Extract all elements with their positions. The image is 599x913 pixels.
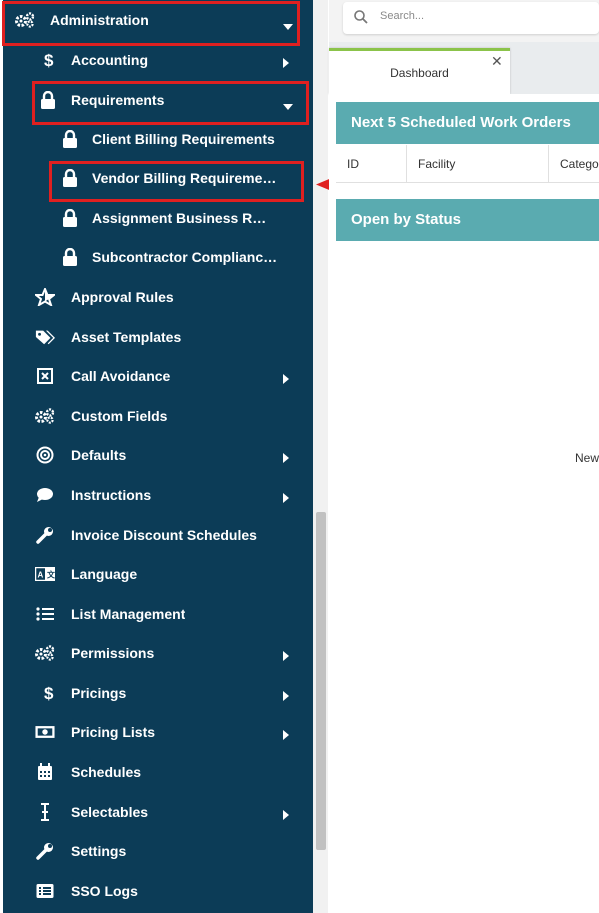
sidebar-item-label: Permissions: [71, 645, 155, 661]
sidebar-item-label: Pricings: [71, 685, 127, 701]
chart-label-new: New: [575, 451, 599, 465]
money-bill-icon: [35, 722, 55, 742]
sidebar-item-custom-fields[interactable]: Custom Fields: [3, 396, 313, 436]
sidebar-item-client-billing-requirements[interactable]: Client Billing Requirements: [3, 119, 313, 159]
x-square-icon: [35, 366, 55, 386]
star-icon: [35, 287, 55, 307]
sidebar-item-language[interactable]: A文 Language: [3, 554, 313, 594]
sidebar-item-instructions[interactable]: Instructions: [3, 475, 313, 515]
sidebar-item-settings[interactable]: Settings: [3, 831, 313, 871]
sidebar-item-asset-templates[interactable]: Asset Templates: [3, 317, 313, 357]
sidebar-item-approval-rules[interactable]: Approval Rules: [3, 277, 313, 317]
tab-label: Dashboard: [390, 66, 449, 80]
sidebar-item-label: Settings: [71, 843, 127, 859]
sidebar-item-selectables[interactable]: Selectables: [3, 792, 313, 832]
caret-right-icon: [283, 490, 291, 503]
sidebar-item-pricing-lists[interactable]: Pricing Lists: [3, 712, 313, 752]
column-header-id[interactable]: ID: [336, 145, 407, 183]
sidebar-item-call-avoidance[interactable]: Call Avoidance: [3, 356, 313, 396]
sidebar-item-schedules[interactable]: Schedules: [3, 752, 313, 792]
sidebar-item-pricings[interactable]: $ Pricings: [3, 673, 313, 713]
panel-title: Open by Status: [351, 211, 462, 228]
sidebar-item-assignment-business-requirements[interactable]: Assignment Business Requirements: [3, 198, 313, 238]
sidebar-item-label: Instructions: [71, 487, 152, 503]
search-icon: [353, 9, 369, 30]
lock-icon: [60, 129, 80, 149]
tab-dashboard[interactable]: Dashboard ✕: [329, 48, 510, 94]
sidebar-item-list-management[interactable]: List Management: [3, 594, 313, 634]
sidebar-item-invoice-discount-schedules[interactable]: Invoice Discount Schedules: [3, 515, 313, 555]
sidebar-item-label: Call Avoidance: [71, 368, 171, 384]
column-header-facility[interactable]: Facility: [407, 145, 549, 183]
sidebar-item-label: Invoice Discount Schedules: [71, 527, 257, 543]
caret-right-icon: [283, 55, 291, 68]
sidebar-item-subcontractor-compliance[interactable]: Subcontractor Compliance Requirements: [3, 237, 313, 277]
sidebar-item-accounting[interactable]: $ Accounting: [3, 40, 313, 80]
column-header-category[interactable]: Category: [549, 145, 599, 183]
sidebar-item-label: Selectables: [71, 804, 149, 820]
sidebar-item-label: Approval Rules: [71, 289, 174, 305]
sidebar-item-defaults[interactable]: Defaults: [3, 435, 313, 475]
lock-icon: [60, 247, 80, 267]
sidebar-item-label: Requirements: [71, 92, 165, 108]
sidebar-item-vendor-billing-requirements[interactable]: Vendor Billing Requirements: [3, 158, 313, 198]
lock-icon: [60, 168, 80, 188]
caret-right-icon: [283, 371, 291, 384]
caret-right-icon: [283, 688, 291, 701]
sidebar-item-requirements[interactable]: Requirements: [3, 80, 313, 120]
search-placeholder: Search...: [380, 10, 425, 22]
list-icon: [35, 604, 55, 624]
sidebar-item-label: SSO Logs: [71, 883, 138, 899]
wrench-icon: [35, 525, 55, 545]
sidebar-item-label: Assignment Business Requirements: [92, 210, 272, 226]
gears-icon: [35, 643, 55, 663]
speech-bubble-icon: [35, 485, 55, 505]
sidebar-item-label: Language: [71, 566, 138, 582]
tags-icon: [35, 327, 55, 347]
gears-icon: [15, 10, 35, 30]
close-icon[interactable]: ✕: [491, 53, 503, 70]
caret-right-icon: [283, 648, 291, 661]
search-bar[interactable]: Search...: [343, 2, 599, 34]
sidebar-item-label: Pricing Lists: [71, 724, 156, 740]
dollar-icon: $: [39, 50, 59, 70]
sidebar-item-label: Client Billing Requirements: [92, 131, 275, 147]
svg-text:文: 文: [47, 570, 55, 580]
caret-right-icon: [283, 727, 291, 740]
dollar-icon: $: [39, 683, 59, 703]
work-orders-grid-header: ID Facility Category: [336, 145, 599, 183]
caret-right-icon: [283, 450, 291, 463]
sidebar-item-sso-logs[interactable]: SSO Logs: [3, 871, 313, 911]
svg-text:$: $: [44, 684, 54, 702]
wrench-icon: [35, 841, 55, 861]
sidebar-item-label: Asset Templates: [71, 329, 182, 345]
sidebar-item-label: Defaults: [71, 447, 127, 463]
svg-text:$: $: [44, 51, 54, 69]
caret-down-icon: [283, 17, 293, 30]
sidebar-item-administration[interactable]: Administration: [3, 0, 313, 40]
sidebar-item-label: Subcontractor Compliance Requirements: [92, 249, 280, 265]
lock-icon: [60, 208, 80, 228]
lock-icon: [38, 90, 58, 110]
svg-text:A: A: [38, 571, 44, 580]
sidebar-item-label: Administration: [50, 12, 149, 28]
sidebar-item-label: List Management: [71, 606, 186, 622]
sidebar-item-label: Custom Fields: [71, 408, 168, 424]
sidebar-item-label: Schedules: [71, 764, 142, 780]
work-orders-panel-header: Next 5 Scheduled Work Orders: [336, 102, 599, 144]
open-status-panel-header: Open by Status: [336, 199, 599, 241]
sidebar-scroll-thumb[interactable]: [316, 512, 326, 850]
list-box-icon: [35, 881, 55, 901]
text-cursor-icon: [35, 802, 55, 822]
target-icon: [35, 445, 55, 465]
caret-right-icon: [283, 807, 291, 820]
sidebar-item-permissions[interactable]: Permissions: [3, 633, 313, 673]
language-icon: A文: [35, 564, 55, 584]
sidebar-item-label: Accounting: [71, 52, 148, 68]
caret-down-icon: [283, 97, 293, 110]
sidebar-item-label: Vendor Billing Requirements: [92, 170, 280, 186]
gears-icon: [35, 406, 55, 426]
panel-title: Next 5 Scheduled Work Orders: [351, 114, 571, 131]
calendar-icon: [35, 762, 55, 782]
